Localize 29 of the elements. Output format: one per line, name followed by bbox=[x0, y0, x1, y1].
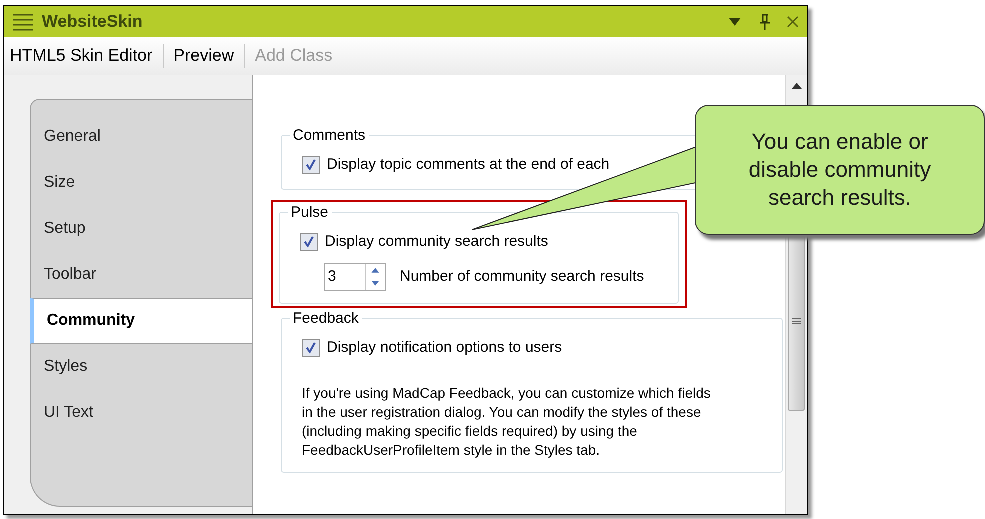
checkbox[interactable] bbox=[302, 156, 320, 174]
checkbox-label: Display topic comments at the end of each bbox=[327, 155, 610, 175]
toolbar-button[interactable]: Preview bbox=[174, 43, 234, 69]
checkmark-icon bbox=[305, 159, 317, 172]
scroll-up-icon[interactable] bbox=[792, 83, 802, 89]
side-tab[interactable]: Styles bbox=[31, 344, 252, 390]
close-icon[interactable] bbox=[787, 16, 799, 28]
number-spinner[interactable]: 3 bbox=[324, 263, 386, 291]
side-tab[interactable]: Size bbox=[31, 160, 252, 206]
side-tab[interactable]: Toolbar bbox=[31, 252, 252, 298]
spinner-label: Number of community search results bbox=[400, 266, 644, 287]
checkbox[interactable] bbox=[302, 339, 320, 358]
side-tab[interactable]: General bbox=[31, 114, 252, 160]
checkmark-icon bbox=[305, 342, 317, 354]
pin-icon[interactable] bbox=[759, 14, 771, 30]
toolbar-button[interactable]: HTML5 Skin Editor bbox=[10, 43, 153, 69]
side-tab[interactable]: Setup bbox=[31, 206, 252, 252]
description-text: If you're using MadCap Feedback, you can customize which fields in the user registration dialog. You can modify the styles of these (including making specific fields required) by using the FeedbackUserProfileItem style in the Styles tab. bbox=[302, 384, 712, 460]
callout-text: You can enable or disable community search results. bbox=[748, 128, 932, 212]
window-title: WebsiteSkin bbox=[42, 10, 144, 33]
grip-icon bbox=[792, 318, 801, 324]
side-tab[interactable]: Community bbox=[30, 298, 253, 344]
menu-icon[interactable] bbox=[12, 12, 34, 30]
checkmark-icon bbox=[303, 236, 315, 248]
dropdown-icon[interactable] bbox=[729, 18, 741, 26]
checkbox-label: Display notification options to users bbox=[327, 338, 562, 358]
side-tab[interactable]: UI Text bbox=[31, 390, 252, 436]
checkbox[interactable] bbox=[300, 232, 318, 251]
checkbox-label: Display community search results bbox=[325, 232, 548, 252]
